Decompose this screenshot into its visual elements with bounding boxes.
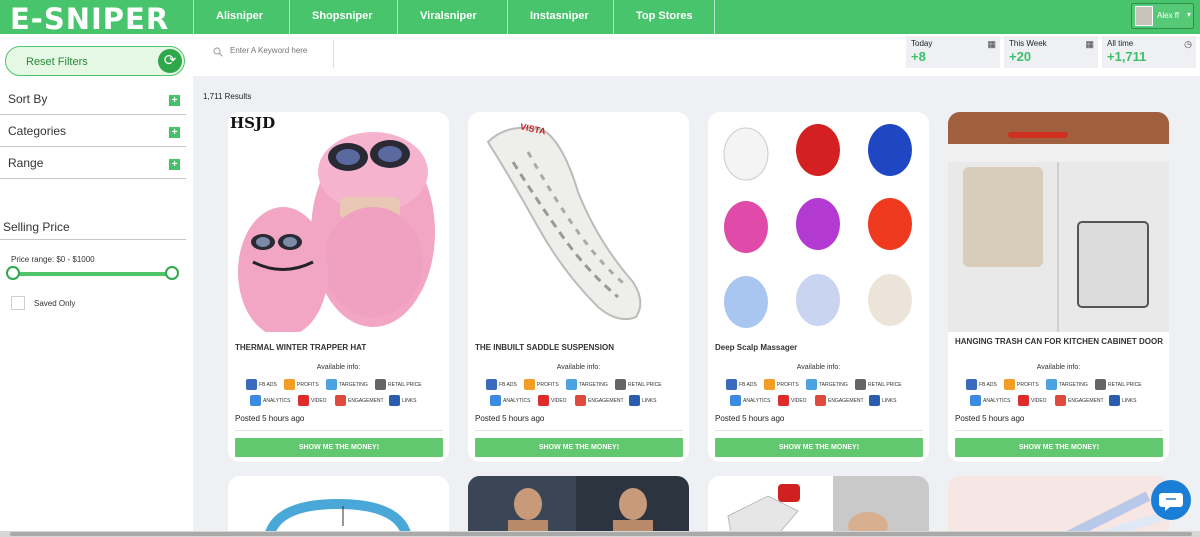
divider: [715, 430, 923, 431]
stat-label: All time: [1107, 39, 1134, 48]
calendar-icon[interactable]: ▦: [987, 39, 996, 50]
available-info-label: Available info:: [796, 364, 841, 371]
product-card[interactable]: [948, 476, 1169, 537]
search-icon: [213, 47, 223, 57]
selling-price-title: Selling Price: [3, 220, 70, 234]
product-image[interactable]: [948, 476, 1169, 537]
product-image[interactable]: HSJD: [228, 112, 449, 332]
product-card[interactable]: VISTA THE INBUILT SADDLE SUSPENSION Avai…: [468, 112, 689, 462]
calendar-icon[interactable]: ▦: [1085, 39, 1094, 50]
nav-tab-top-stores[interactable]: Top Stores: [613, 0, 715, 34]
divider: [333, 40, 334, 68]
plus-icon: +: [169, 127, 180, 138]
price-slider-min-handle[interactable]: [6, 266, 20, 280]
product-image[interactable]: [708, 112, 929, 332]
available-info-label: Available info:: [316, 364, 361, 371]
product-image[interactable]: [468, 476, 689, 537]
filter-categories[interactable]: Categories +: [0, 115, 186, 147]
filter-sort-by[interactable]: Sort By +: [0, 83, 186, 115]
show-me-the-money-button[interactable]: SHOW ME THE MONEY!: [715, 438, 923, 457]
filter-label: Sort By: [8, 92, 48, 106]
avatar: [1135, 6, 1153, 26]
product-card[interactable]: [708, 476, 929, 537]
posted-time: Posted 5 hours ago: [235, 414, 305, 423]
stat-value: +20: [1009, 49, 1032, 64]
product-image[interactable]: VISTA: [468, 112, 689, 332]
saved-only-label: Saved Only: [34, 299, 76, 308]
show-me-the-money-button[interactable]: SHOW ME THE MONEY!: [955, 438, 1163, 457]
show-me-the-money-button[interactable]: SHOW ME THE MONEY!: [475, 438, 683, 457]
plus-icon: +: [169, 95, 180, 106]
brand-label: HSJD: [230, 114, 276, 132]
stat-all-time: All time ◷ +1,711: [1102, 36, 1196, 68]
posted-time: Posted 5 hours ago: [955, 414, 1025, 423]
stat-value: +8: [911, 49, 926, 64]
user-name: Alex ff: [1157, 11, 1180, 20]
price-slider-max-handle[interactable]: [165, 266, 179, 280]
divider: [235, 430, 443, 431]
divider: [475, 430, 683, 431]
filter-sidebar: Reset Filters ⟳ Sort By + Categories + R…: [0, 34, 193, 537]
product-card[interactable]: Deep Scalp Massager Available info: FB A…: [708, 112, 929, 462]
product-title[interactable]: THERMAL WINTER TRAPPER HAT: [235, 342, 445, 354]
posted-time: Posted 5 hours ago: [715, 414, 785, 423]
product-image[interactable]: [708, 476, 929, 537]
search-input[interactable]: [230, 46, 330, 55]
divider: [955, 430, 1163, 431]
logo[interactable]: E-SNIPER: [10, 2, 169, 36]
top-nav-bar: E-SNIPER Alisniper Shopsniper Viralsnipe…: [0, 0, 1200, 36]
filter-label: Range: [8, 156, 44, 170]
product-card[interactable]: [468, 476, 689, 537]
nav-tab-instasniper[interactable]: Instasniper: [507, 0, 613, 34]
reset-filters-label: Reset Filters: [26, 56, 88, 68]
available-info-label: Available info:: [556, 364, 601, 371]
saved-only-checkbox[interactable]: [11, 296, 25, 310]
product-title[interactable]: Deep Scalp Massager: [715, 342, 925, 354]
product-title[interactable]: HANGING TRASH CAN FOR KITCHEN CABINET DO…: [955, 336, 1165, 348]
chat-button[interactable]: [1151, 480, 1191, 520]
nav-tab-alisniper[interactable]: Alisniper: [193, 0, 289, 34]
product-card[interactable]: HANGING TRASH CAN FOR KITCHEN CABINET DO…: [948, 112, 1169, 462]
show-me-the-money-button[interactable]: SHOW ME THE MONEY!: [235, 438, 443, 457]
filter-label: Categories: [8, 124, 67, 138]
stat-this-week: This Week ▦ +20: [1004, 36, 1098, 68]
chevron-down-icon: ▾: [1187, 10, 1192, 19]
chat-icon: [1159, 493, 1183, 511]
plus-icon: +: [169, 159, 180, 170]
product-card[interactable]: HSJD THERMAL WINTER TRAPPER HAT Availabl…: [228, 112, 449, 462]
price-slider-track[interactable]: [13, 272, 172, 276]
price-range-text: Price range: $0 - $1000: [11, 255, 95, 264]
product-image[interactable]: [948, 112, 1169, 332]
nav-tab-shopsniper[interactable]: Shopsniper: [289, 0, 397, 34]
results-count: 1,711 Results: [203, 92, 252, 101]
stat-label: This Week: [1009, 39, 1047, 48]
available-info-label: Available info:: [1036, 364, 1081, 371]
posted-time: Posted 5 hours ago: [475, 414, 545, 423]
user-menu[interactable]: Alex ff ▾: [1131, 3, 1194, 29]
filter-range[interactable]: Range +: [0, 147, 186, 179]
stat-today: Today ▦ +8: [906, 36, 1000, 68]
stat-label: Today: [911, 39, 933, 48]
stat-value: +1,711: [1107, 49, 1147, 64]
reset-filters-button[interactable]: Reset Filters ⟳: [5, 46, 185, 76]
scrollbar-thumb[interactable]: [10, 532, 1192, 536]
divider: [0, 239, 186, 240]
nav-tab-viralsniper[interactable]: Viralsniper: [397, 0, 507, 34]
product-title[interactable]: THE INBUILT SADDLE SUSPENSION: [475, 342, 685, 354]
clock-icon[interactable]: ◷: [1184, 39, 1192, 50]
refresh-icon: ⟳: [158, 49, 182, 73]
product-card[interactable]: [228, 476, 449, 537]
product-image[interactable]: [228, 476, 449, 537]
